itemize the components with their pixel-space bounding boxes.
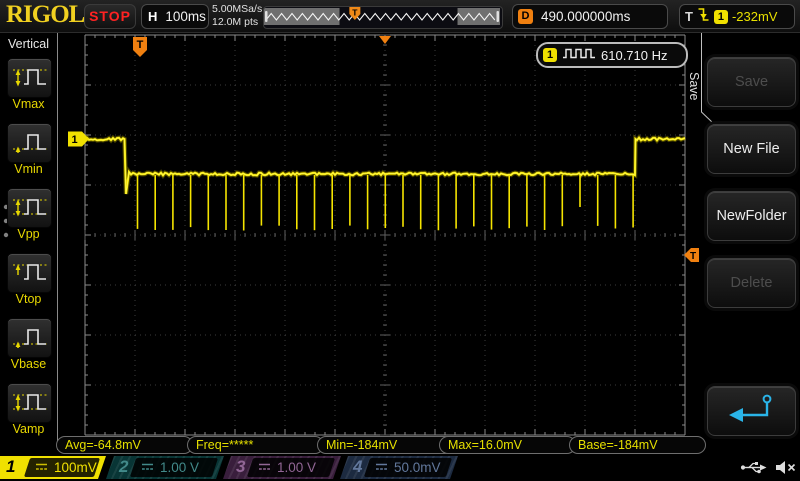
ch1-trace — [85, 138, 685, 231]
measurement-bar: Avg=-64.8mV Freq=***** Min=-184mV Max=16… — [0, 435, 800, 455]
measurement-readout: Max=16.0mV — [439, 436, 576, 454]
trigger-box: T 1 -232mV — [679, 4, 795, 29]
channel-status-bar: 1 100mV 2 1.00 V 3 1.00 V 4 — [0, 456, 800, 480]
menu-item-vamp[interactable]: Vamp — [0, 383, 57, 439]
falling-edge-icon — [697, 6, 710, 28]
channel-scale: 1.00 V — [160, 460, 199, 475]
record-window-indicator: T — [264, 7, 500, 26]
measurement-readout: Freq=***** — [187, 436, 324, 454]
menu-item-vpp[interactable]: Vpp — [0, 188, 57, 244]
channel-number: 2 — [119, 457, 128, 477]
button-save[interactable]: Save — [707, 57, 796, 107]
svg-text:1: 1 — [71, 134, 77, 146]
menu-tab-label: Save — [685, 54, 701, 118]
trigger-source-badge: 1 — [714, 10, 728, 24]
waveform-display: 1 T T — [0, 0, 800, 480]
save-menu: Save Save New File NewFolder Delete — [700, 32, 800, 480]
menu-item-vtop[interactable]: Vtop — [0, 253, 57, 309]
rigol-logo: RIGOL — [6, 1, 84, 29]
vertical-measure-menu: Vertical Vmax Vmin Vpp Vtop Vbase Vamp — [0, 32, 57, 480]
svg-text:T: T — [690, 251, 696, 262]
menu-title: Vertical — [0, 37, 57, 51]
timebase-label: H — [148, 9, 157, 24]
sample-rate: 5.00MSa/s — [212, 3, 262, 16]
ch1-ground-marker: 1 — [68, 132, 89, 147]
system-status-icons — [740, 459, 796, 481]
horizontal-center-marker — [379, 36, 391, 44]
svg-text:T: T — [137, 39, 144, 51]
button-new-file[interactable]: New File — [707, 124, 796, 174]
menu-item-vbase[interactable]: Vbase — [0, 318, 57, 374]
dc-coupling-icon — [375, 459, 388, 477]
trigger-position-marker: T — [133, 37, 147, 57]
channel-number: 1 — [6, 457, 15, 477]
vpp-icon — [10, 191, 50, 226]
delay-label-badge: D — [518, 9, 533, 24]
horizontal-preview-bar: T — [263, 6, 503, 29]
channel-4-status[interactable]: 4 50.0mV — [340, 456, 458, 479]
measurement-readout: Base=-184mV — [569, 436, 706, 454]
memory-depth: 12.0M pts — [212, 16, 262, 29]
acquisition-info: 5.00MSa/s 12.0M pts — [212, 3, 262, 29]
button-return[interactable] — [707, 386, 796, 436]
horizontal-timebase-box: H 100ms — [141, 4, 209, 29]
square-wave-icon — [562, 46, 596, 65]
vbase-icon — [10, 321, 50, 356]
vmax-icon — [10, 61, 50, 96]
vamp-icon — [10, 386, 50, 421]
menu-item-vmin[interactable]: Vmin — [0, 123, 57, 179]
button-newfolder[interactable]: NewFolder — [707, 191, 796, 241]
channel-1-status[interactable]: 1 100mV — [0, 456, 106, 479]
delay-box: D 490.000000ms — [512, 4, 668, 29]
dc-coupling-icon — [141, 459, 154, 477]
channel-number: 3 — [236, 457, 245, 477]
button-delete[interactable]: Delete — [707, 258, 796, 308]
counter-value: 610.710 Hz — [601, 48, 668, 63]
speaker-muted-icon — [775, 459, 796, 481]
channel-scale: 1.00 V — [277, 460, 316, 475]
return-arrow-icon — [719, 391, 785, 431]
trigger-level: -232mV — [732, 9, 778, 24]
channel-scale: 50.0mV — [394, 460, 441, 475]
frequency-counter: 1 610.710 Hz — [536, 42, 688, 68]
counter-source-badge: 1 — [543, 48, 557, 62]
vmin-icon — [10, 126, 50, 161]
trigger-label: T — [685, 9, 693, 24]
dc-coupling-icon — [35, 459, 48, 477]
axis-rulers — [85, 35, 685, 435]
usb-icon — [740, 459, 767, 481]
channel-3-status[interactable]: 3 1.00 V — [223, 456, 341, 479]
run-state-badge: STOP — [84, 4, 136, 29]
svg-text:T: T — [352, 8, 358, 18]
measurement-readout: Min=-184mV — [317, 436, 454, 454]
channel-2-status[interactable]: 2 1.00 V — [106, 456, 224, 479]
delay-value: 490.000000ms — [541, 9, 630, 24]
vtop-icon — [10, 256, 50, 291]
measurement-readout: Avg=-64.8mV — [56, 436, 193, 454]
channel-scale: 100mV — [54, 460, 97, 475]
channel-number: 4 — [353, 457, 362, 477]
trigger-level-marker: T — [684, 248, 699, 262]
dc-coupling-icon — [258, 459, 271, 477]
menu-item-vmax[interactable]: Vmax — [0, 58, 57, 114]
status-header: RIGOL STOP H 100ms 5.00MSa/s 12.0M pts T… — [0, 0, 800, 33]
oscilloscope-screen: 1 T T RIGOL STOP H 100ms 5.00MSa/s 12.0M p… — [0, 0, 800, 480]
timebase-value: 100ms — [165, 9, 206, 24]
